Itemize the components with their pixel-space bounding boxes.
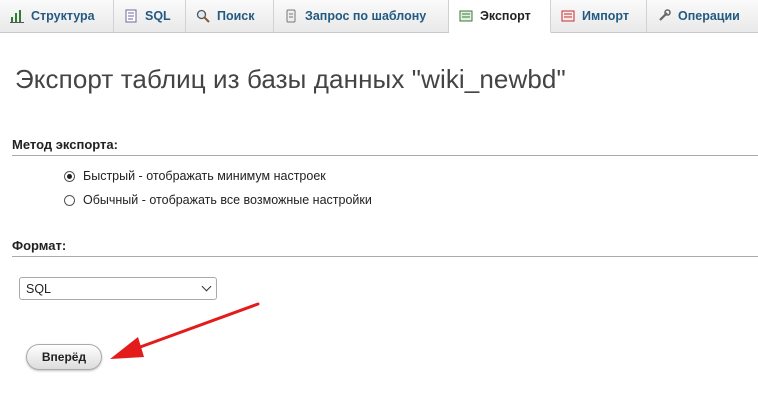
annotation-arrow — [110, 302, 260, 359]
